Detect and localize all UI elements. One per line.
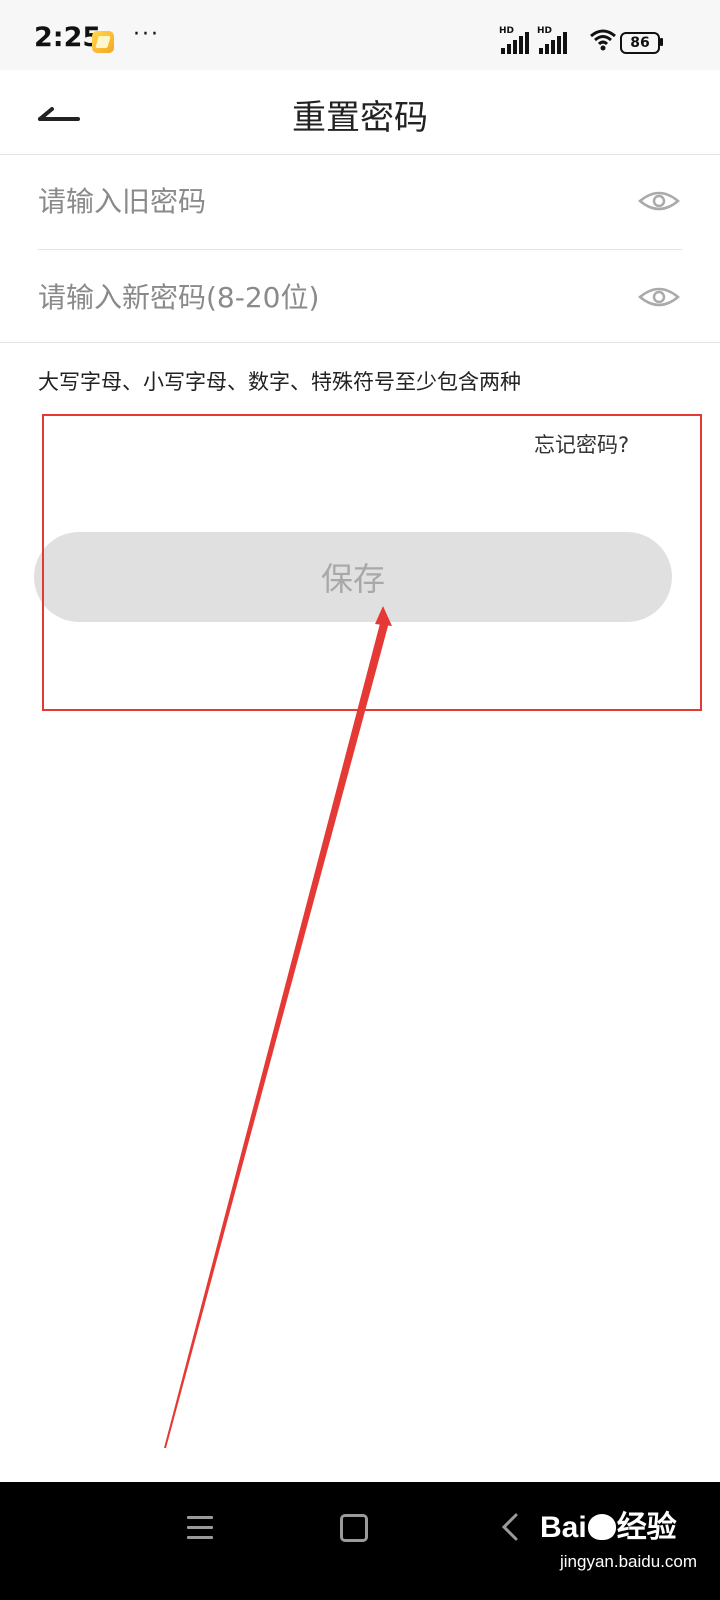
notes-app-notification-icon xyxy=(92,31,114,53)
divider xyxy=(0,342,720,343)
baidu-jingyan-watermark: Bai 经验 jingyan.baidu.com xyxy=(540,1502,710,1582)
hd-label: HD xyxy=(499,26,515,36)
battery-icon: 86 xyxy=(620,32,660,54)
new-password-row xyxy=(38,249,682,345)
save-button[interactable]: 保存 xyxy=(34,532,672,622)
eye-icon xyxy=(638,287,680,307)
system-navigation-bar: Bai 经验 jingyan.baidu.com xyxy=(0,1482,720,1600)
home-button[interactable] xyxy=(340,1514,368,1542)
battery-level: 86 xyxy=(630,35,650,51)
baidu-paw-icon xyxy=(587,1514,616,1540)
hd-label: HD xyxy=(537,26,553,36)
wifi-icon xyxy=(590,29,616,51)
page-title: 重置密码 xyxy=(292,98,428,138)
cellular-signal-1-icon: HD xyxy=(499,26,533,54)
toggle-new-password-visibility-button[interactable] xyxy=(636,279,682,315)
cellular-signal-2-icon: HD xyxy=(537,26,571,54)
password-rule-hint: 大写字母、小写字母、数字、特殊符号至少包含两种 xyxy=(38,370,521,394)
forgot-password-link[interactable]: 忘记密码? xyxy=(534,429,629,459)
nav-back-button[interactable] xyxy=(500,1512,520,1542)
recent-apps-button[interactable] xyxy=(187,1516,213,1540)
app-header: 重置密码 xyxy=(0,70,720,155)
eye-icon xyxy=(638,191,680,211)
more-notifications-icon: ··· xyxy=(133,22,160,47)
old-password-row xyxy=(38,153,682,250)
new-password-input[interactable] xyxy=(38,249,578,345)
status-bar: 2:25 ··· HD HD 86 xyxy=(0,0,720,70)
watermark-brand-right: 经验 xyxy=(616,1511,677,1544)
watermark-url: jingyan.baidu.com xyxy=(560,1552,698,1571)
old-password-input[interactable] xyxy=(38,153,578,249)
toggle-old-password-visibility-button[interactable] xyxy=(636,183,682,219)
watermark-brand: Bai 经验 xyxy=(540,1502,677,1546)
watermark-brand-left: Bai xyxy=(540,1511,587,1544)
battery-tip xyxy=(660,38,663,46)
